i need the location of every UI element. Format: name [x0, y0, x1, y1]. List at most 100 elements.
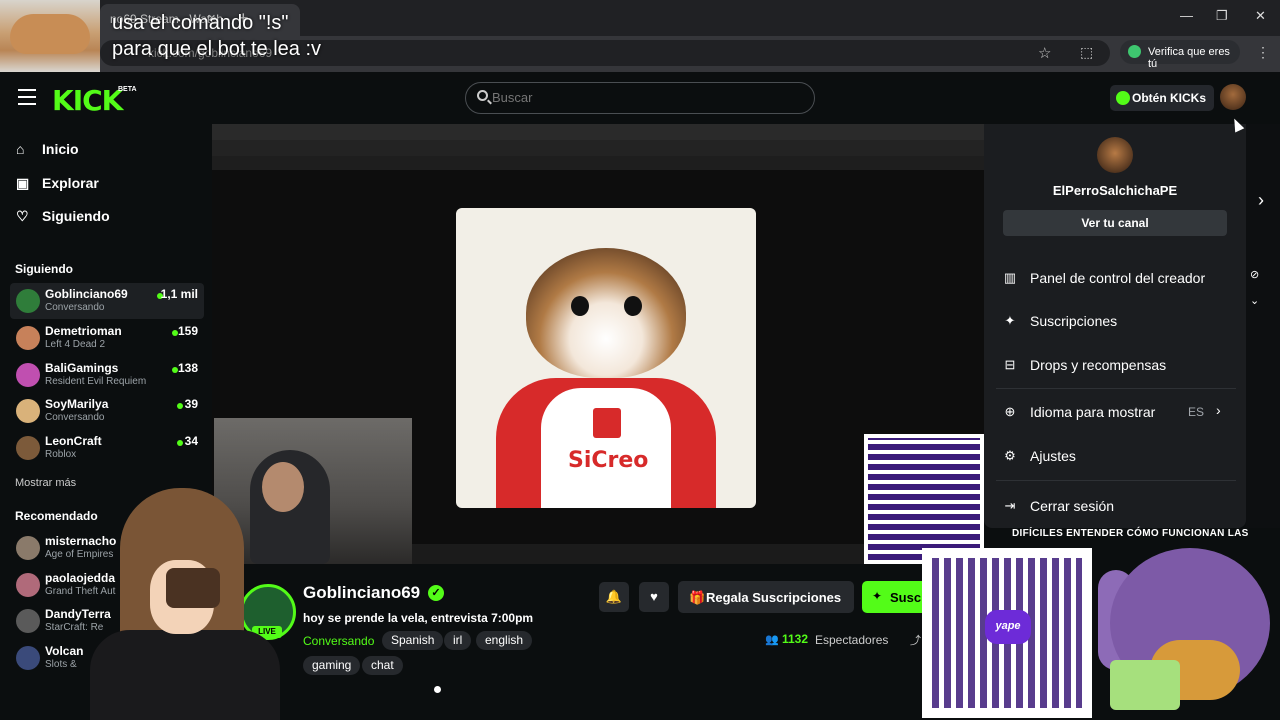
hide-icon[interactable]: ⊘: [1250, 268, 1259, 281]
viewer-count: 159: [177, 324, 198, 338]
kick-logo[interactable]: KICK: [52, 84, 123, 117]
nav-explore[interactable]: ▣ Explorar: [16, 175, 99, 192]
menu-item-creator-dashboard[interactable]: ▥ Panel de control del creador: [1002, 268, 1232, 292]
heart-icon: ♡: [16, 208, 29, 224]
sidebar-channel-soymarilya[interactable]: SoyMarilya Conversando 39: [10, 393, 204, 429]
sidebar-channel-demetrioman[interactable]: Demetrioman Left 4 Dead 2 159: [10, 320, 204, 356]
view-channel-label: Ver tu canal: [1081, 216, 1149, 230]
cat-body: [10, 14, 90, 54]
sidebar-channel-goblinciano69[interactable]: Goblinciano69 Conversando 1,1 mil: [10, 283, 204, 319]
vtuber-dog-mask: [166, 568, 220, 608]
channel-category: StarCraft: Re: [45, 622, 104, 633]
viewers-label: Espectadores: [815, 633, 889, 647]
viewer-count: 39: [184, 397, 198, 411]
share-icon[interactable]: ⤴: [910, 632, 921, 648]
bell-icon: 🔔: [605, 589, 623, 604]
recommended-section-title: Recomendado: [15, 509, 98, 523]
overlay-caption-line2: para que el bot te lea :v: [112, 38, 322, 60]
channel-name: Demetrioman: [45, 324, 122, 338]
nav-following[interactable]: ♡ Siguiendo: [16, 208, 110, 225]
minimize-icon[interactable]: —: [1180, 8, 1193, 23]
nav-home[interactable]: ⌂ Inicio: [16, 141, 79, 157]
tag-chip[interactable]: gaming: [303, 656, 361, 675]
channel-name: LeonCraft: [45, 434, 102, 448]
viewer-count: 34: [184, 434, 198, 448]
show-more-link[interactable]: Mostrar más: [15, 477, 76, 489]
globe-icon: ⊕: [1004, 404, 1016, 419]
candle-logo: [593, 408, 621, 438]
verified-icon: ✓: [428, 585, 444, 601]
chevron-down-icon[interactable]: ⌄: [1250, 294, 1259, 307]
window-close-icon[interactable]: ✕: [1255, 8, 1266, 24]
cat-overlay-image: [0, 0, 100, 72]
video-streamer-address-bar: [212, 140, 984, 156]
gift-subscriptions-label: Regala Suscripciones: [706, 590, 842, 605]
notification-bell-button[interactable]: 🔔: [599, 582, 629, 612]
viewers-icon: 👥: [765, 634, 779, 646]
gift-icon: 🎁: [689, 590, 706, 605]
viewer-count: 1,1 mil: [160, 287, 198, 301]
avatar: [16, 609, 40, 633]
avatar: [16, 363, 40, 387]
menu-item-label: Idioma para mostrar: [1030, 404, 1156, 420]
scroll-indicator: [434, 686, 441, 693]
dropdown-avatar: [1097, 137, 1133, 173]
restore-icon[interactable]: ❐: [1216, 8, 1228, 24]
logout-icon: ⇥: [1004, 498, 1016, 513]
follow-heart-button[interactable]: ♥: [639, 582, 669, 612]
tag-chip[interactable]: chat: [362, 656, 403, 675]
subscribe-label: Suscribirse: [890, 590, 922, 605]
user-avatar-button[interactable]: [1220, 84, 1246, 110]
tag-chip[interactable]: Spanish: [382, 631, 444, 650]
subscribe-icon: ✦: [872, 589, 883, 603]
channel-category: Conversando: [45, 302, 105, 313]
subscriptions-icon: ✦: [1004, 313, 1016, 328]
avatar: [16, 289, 40, 313]
channel-name: Volcan: [45, 644, 84, 658]
channel-name[interactable]: Goblinciano69: [303, 583, 420, 603]
avatar: [16, 573, 40, 597]
hamburger-menu-icon[interactable]: [18, 89, 36, 105]
sidebar-channel-baligamings[interactable]: BaliGamings Resident Evil Requiem 138: [10, 357, 204, 393]
chat-panel-edge: [1246, 124, 1280, 528]
chevron-right-icon[interactable]: ›: [1258, 190, 1264, 211]
search-input[interactable]: [492, 90, 792, 105]
menu-divider: [996, 388, 1236, 389]
stream-category-link[interactable]: Conversando: [303, 634, 374, 648]
dropdown-username: ElPerroSalchichaPE: [1052, 183, 1178, 198]
browser-menu-icon[interactable]: ⋮: [1256, 44, 1270, 61]
menu-item-drops[interactable]: ⊟ Drops y recompensas: [1002, 355, 1232, 379]
get-kicks-label: Obtén KICKs: [1132, 91, 1207, 105]
channel-category: Age of Empires: [45, 549, 114, 560]
menu-item-label: Panel de control del creador: [1030, 270, 1206, 286]
tag-chip[interactable]: irl: [444, 631, 472, 650]
beta-label: BETA: [118, 86, 137, 93]
tag-chip[interactable]: english: [476, 631, 533, 650]
sidebar-channel-leoncraft[interactable]: LeonCraft Roblox 34: [10, 430, 204, 466]
channel-name: SoyMarilya: [45, 397, 109, 411]
extensions-icon[interactable]: ⬚: [1080, 44, 1093, 61]
avatar: [16, 436, 40, 460]
yape-logo: yape: [985, 610, 1031, 644]
channel-category: Grand Theft Aut: [45, 586, 116, 597]
viewer-count: 1132: [782, 632, 809, 646]
menu-item-settings[interactable]: ⚙ Ajustes: [1002, 446, 1232, 470]
drops-icon: ⊟: [1004, 357, 1016, 372]
language-value: ES: [1188, 405, 1205, 419]
hamster-head: [526, 248, 686, 378]
kicks-coin-icon: [1116, 91, 1130, 105]
dashboard-icon: ▥: [1003, 270, 1017, 285]
menu-item-subscriptions[interactable]: ✦ Suscripciones: [1002, 311, 1232, 335]
home-icon: ⌂: [16, 141, 25, 157]
menu-item-logout[interactable]: ⇥ Cerrar sesión: [1002, 496, 1232, 520]
view-channel-button[interactable]: Ver tu canal: [1003, 210, 1227, 236]
channel-name: Goblinciano69: [45, 287, 128, 301]
subscribe-button[interactable]: Suscribirse: [862, 581, 922, 613]
stream-title: hoy se prende la vela, entrevista 7:00pm: [303, 611, 534, 625]
vtuber-body: [90, 630, 280, 720]
channel-category: Roblox: [45, 449, 77, 460]
explore-icon: ▣: [16, 175, 30, 191]
verify-shield-icon: [1128, 45, 1141, 58]
heart-icon: ♥: [650, 589, 658, 604]
bookmark-star-icon[interactable]: ☆: [1038, 44, 1051, 62]
